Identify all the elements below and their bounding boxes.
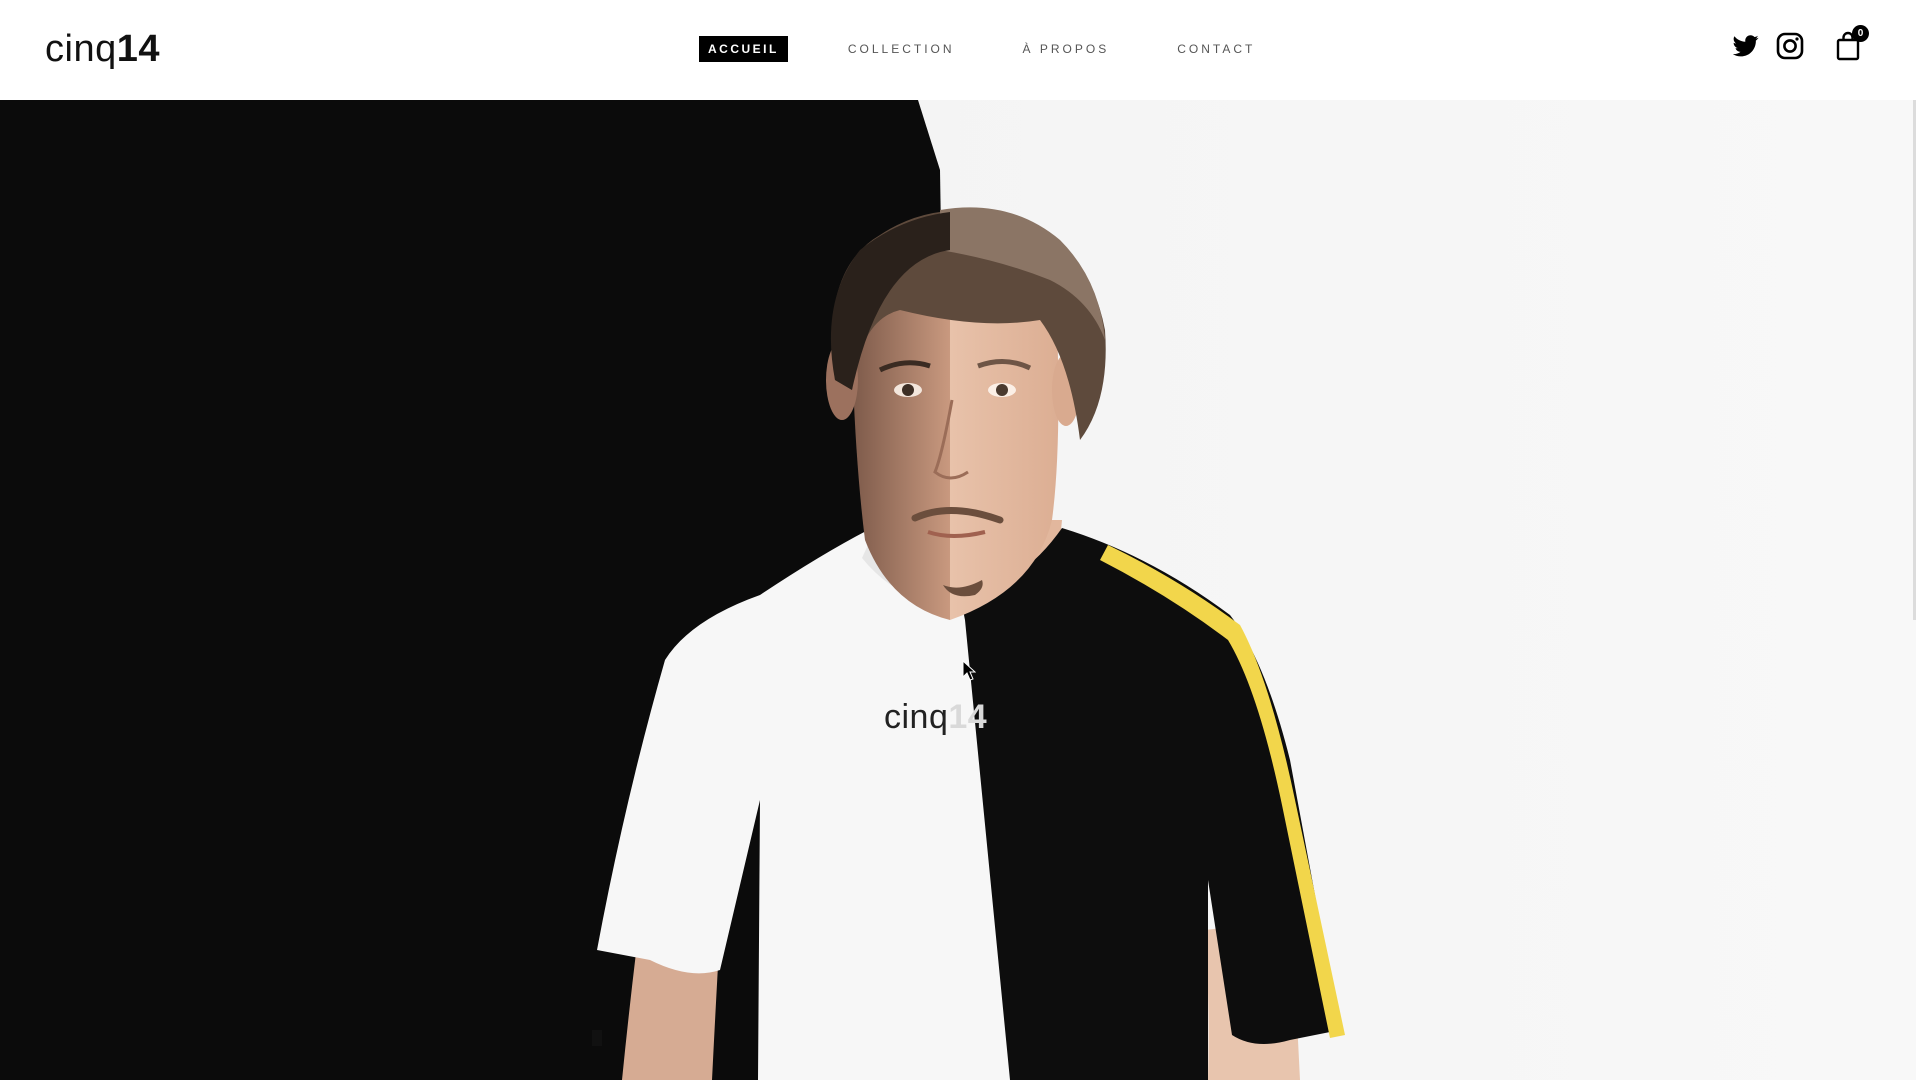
hero-banner: cinq14 bbox=[0, 100, 1916, 1080]
nav-item-a-propos[interactable]: À PROPOS bbox=[1015, 37, 1118, 61]
logo-text-bold: 14 bbox=[116, 28, 160, 70]
instagram-icon[interactable] bbox=[1772, 28, 1808, 64]
nav-item-collection[interactable]: COLLECTION bbox=[840, 37, 963, 61]
cart-count-badge: 0 bbox=[1852, 25, 1869, 42]
header-actions: 0 bbox=[1728, 25, 1869, 66]
twitter-icon[interactable] bbox=[1728, 28, 1764, 64]
nav-item-accueil[interactable]: ACCUEIL bbox=[699, 35, 788, 62]
brand-logo[interactable]: cinq14 bbox=[45, 24, 160, 74]
hero-photo bbox=[0, 100, 1916, 1080]
logo-text-light: cinq bbox=[45, 28, 117, 70]
shopping-bag-icon[interactable]: 0 bbox=[1830, 25, 1869, 64]
main-nav: ACCUEIL COLLECTION À PROPOS CONTACT bbox=[699, 35, 1315, 62]
site-header: cinq14 ACCUEIL COLLECTION À PROPOS CONTA… bbox=[0, 0, 1916, 100]
nav-item-contact[interactable]: CONTACT bbox=[1169, 37, 1263, 61]
mouse-cursor-icon bbox=[962, 660, 976, 682]
